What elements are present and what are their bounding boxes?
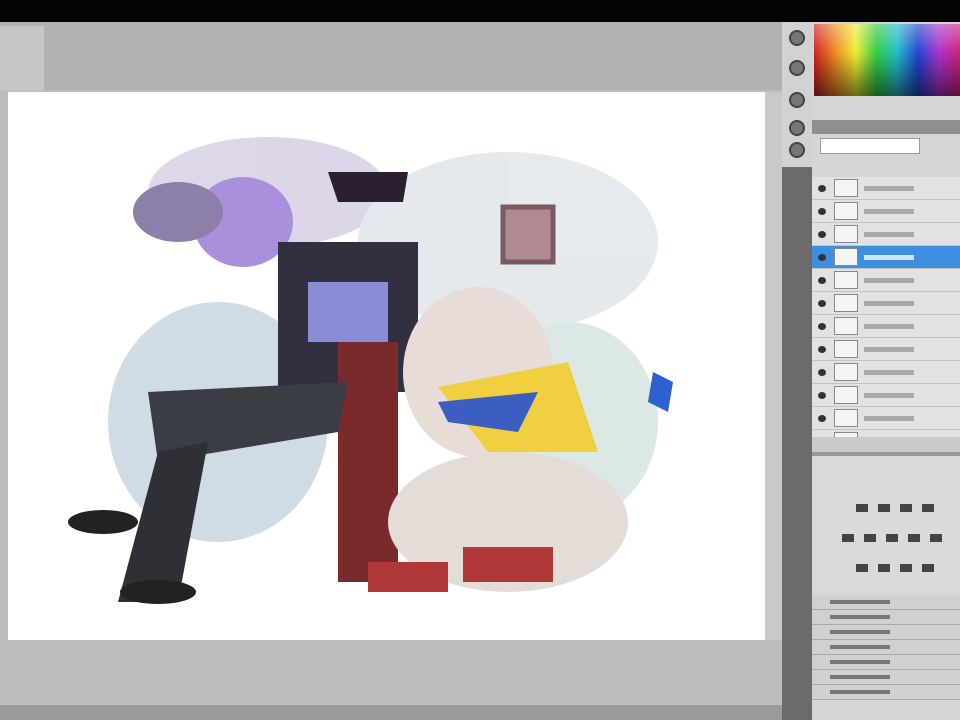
right-panels xyxy=(812,22,960,720)
posterize-icon[interactable] xyxy=(878,564,890,572)
bw-icon[interactable] xyxy=(908,534,920,542)
visibility-eye-icon[interactable] xyxy=(818,300,826,307)
visibility-eye-icon[interactable] xyxy=(818,254,826,261)
layer-name xyxy=(864,186,914,191)
swatches-panel[interactable] xyxy=(814,24,960,96)
visibility-eye-icon[interactable] xyxy=(818,392,826,399)
picture-frame xyxy=(500,204,556,265)
exposure-icon[interactable] xyxy=(922,504,934,512)
layer-row[interactable] xyxy=(812,177,960,200)
layer-row[interactable] xyxy=(812,223,960,246)
layer-thumbnail xyxy=(834,386,858,404)
layer-name xyxy=(864,393,914,398)
layer-thumbnail xyxy=(834,294,858,312)
layer-name xyxy=(864,370,914,375)
brush-icon[interactable] xyxy=(789,60,805,76)
visibility-eye-icon[interactable] xyxy=(818,185,826,192)
layer-row[interactable] xyxy=(812,361,960,384)
layer-thumbnail xyxy=(834,317,858,335)
layer-row[interactable] xyxy=(812,315,960,338)
layer-row[interactable] xyxy=(812,200,960,223)
hat xyxy=(328,172,408,202)
preset-row[interactable] xyxy=(812,670,960,685)
red-shoe xyxy=(368,562,448,592)
layer-thumbnail xyxy=(834,202,858,220)
swatches-icon[interactable] xyxy=(789,30,805,46)
layer-row[interactable] xyxy=(812,384,960,407)
layers-list xyxy=(812,177,960,453)
preset-row[interactable] xyxy=(812,685,960,700)
layers-footer-buttons[interactable] xyxy=(812,437,960,453)
vibrance-icon[interactable] xyxy=(842,534,854,542)
title-bar xyxy=(0,0,960,22)
layers-panel-tabs[interactable] xyxy=(812,120,960,134)
visibility-eye-icon[interactable] xyxy=(818,323,826,330)
photo-filter-icon[interactable] xyxy=(930,534,942,542)
adjustment-presets-list xyxy=(812,595,960,700)
layer-row[interactable] xyxy=(812,407,960,430)
panel-dock-icons xyxy=(782,22,812,720)
layer-thumbnail xyxy=(834,409,858,427)
layer-name xyxy=(864,209,914,214)
invert-icon[interactable] xyxy=(856,564,868,572)
layer-name xyxy=(864,232,914,237)
vertical-scrollbar[interactable] xyxy=(765,92,782,640)
layer-name xyxy=(864,324,914,329)
illustration xyxy=(68,137,673,604)
layer-thumbnail xyxy=(834,179,858,197)
preset-row[interactable] xyxy=(812,640,960,655)
layer-name xyxy=(864,278,914,283)
status-bar xyxy=(0,705,782,720)
blend-mode-select[interactable] xyxy=(820,138,920,154)
layer-thumbnail xyxy=(834,340,858,358)
layer-name xyxy=(864,255,914,260)
hue-icon[interactable] xyxy=(864,534,876,542)
layer-name xyxy=(864,301,914,306)
preset-row[interactable] xyxy=(812,655,960,670)
preset-row[interactable] xyxy=(812,595,960,610)
levels-icon[interactable] xyxy=(878,504,890,512)
layer-row[interactable] xyxy=(812,338,960,361)
options-band xyxy=(0,22,782,90)
layer-name xyxy=(864,416,914,421)
layer-row[interactable] xyxy=(812,246,960,269)
scarf xyxy=(308,282,388,342)
red-shoe xyxy=(463,547,553,582)
visibility-eye-icon[interactable] xyxy=(818,415,826,422)
adjustments-panel xyxy=(812,452,960,592)
boot xyxy=(120,580,196,604)
visibility-eye-icon[interactable] xyxy=(818,346,826,353)
layer-row[interactable] xyxy=(812,269,960,292)
visibility-eye-icon[interactable] xyxy=(818,208,826,215)
purple-creature xyxy=(133,182,223,242)
adjustments-icon[interactable] xyxy=(789,142,805,158)
brightness-icon[interactable] xyxy=(856,504,868,512)
visibility-eye-icon[interactable] xyxy=(818,369,826,376)
visibility-eye-icon[interactable] xyxy=(818,277,826,284)
history-icon[interactable] xyxy=(789,92,805,108)
layer-thumbnail xyxy=(834,363,858,381)
threshold-icon[interactable] xyxy=(900,564,912,572)
layer-thumbnail xyxy=(834,248,858,266)
layer-row[interactable] xyxy=(812,292,960,315)
gradient-map-icon[interactable] xyxy=(922,564,934,572)
preset-row[interactable] xyxy=(812,625,960,640)
boot xyxy=(68,510,138,534)
layer-thumbnail xyxy=(834,271,858,289)
color-balance-icon[interactable] xyxy=(886,534,898,542)
layer-thumbnail xyxy=(834,225,858,243)
layer-name xyxy=(864,347,914,352)
layers-icon[interactable] xyxy=(789,120,805,136)
curves-icon[interactable] xyxy=(900,504,912,512)
coat-stripes xyxy=(338,342,398,582)
document-canvas[interactable] xyxy=(8,92,765,640)
visibility-eye-icon[interactable] xyxy=(818,231,826,238)
preset-row[interactable] xyxy=(812,610,960,625)
document-tab[interactable] xyxy=(0,26,44,90)
